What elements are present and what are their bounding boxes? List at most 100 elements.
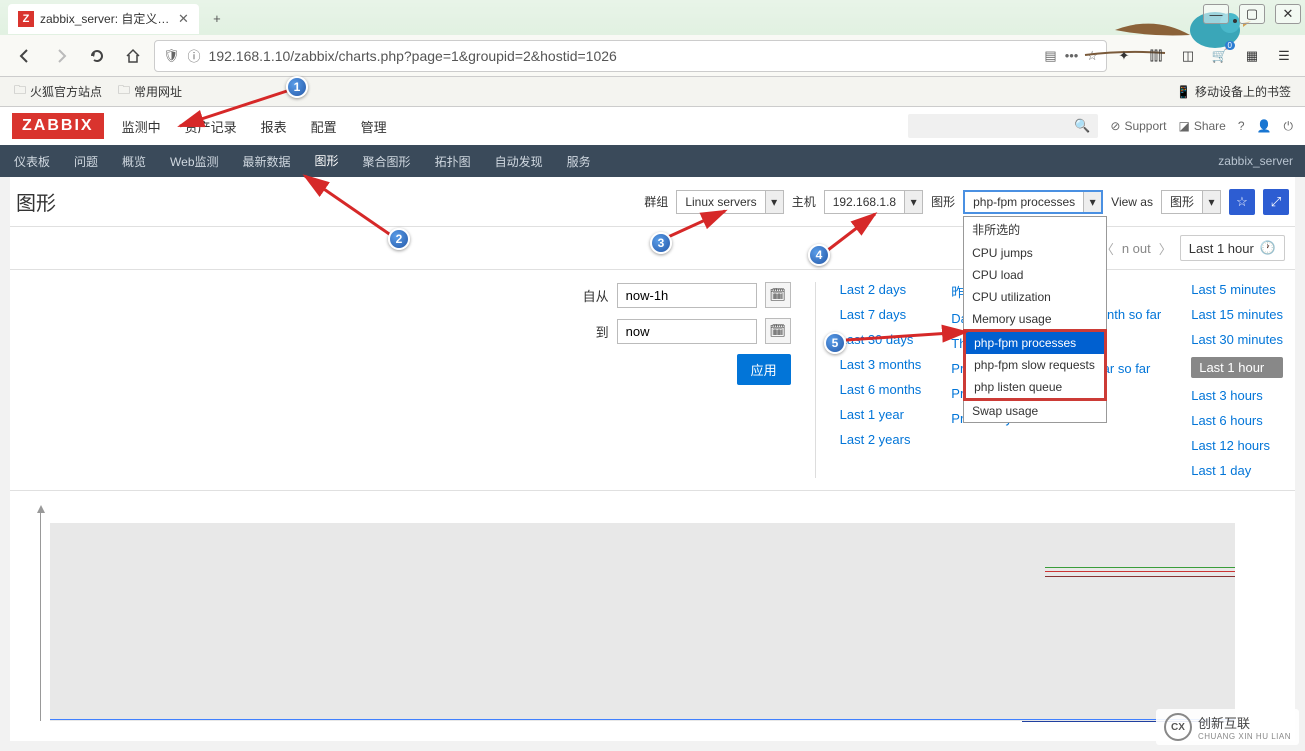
nav-admin[interactable]: 管理	[359, 107, 389, 146]
preset-link[interactable]: Last 30 minutes	[1191, 332, 1283, 347]
browser-chrome: — ▢ ✕ Z zabbix_server: 自定义图表 [每 ✕ + 🛡 ⓘ …	[0, 0, 1305, 107]
search-icon[interactable]: 🔍	[1074, 118, 1090, 134]
mobile-icon: 📱	[1176, 85, 1191, 99]
dropdown-item[interactable]: Swap usage	[964, 400, 1106, 422]
help-icon[interactable]: ?	[1238, 119, 1245, 133]
subnav-dashboard[interactable]: 仪表板	[12, 145, 52, 178]
calendar-icon[interactable]: 🗓	[765, 318, 791, 344]
preset-link[interactable]: Last 1 day	[1191, 463, 1283, 478]
close-window-button[interactable]: ✕	[1275, 4, 1301, 24]
apply-button[interactable]: 应用	[737, 354, 791, 385]
dropdown-item[interactable]: 非所选的	[964, 217, 1106, 242]
preset-link[interactable]: Last 7 days	[840, 307, 922, 322]
reload-button[interactable]	[82, 41, 112, 71]
calendar-icon[interactable]: 🗓	[765, 282, 791, 308]
browser-tab-active[interactable]: Z zabbix_server: 自定义图表 [每 ✕	[8, 4, 199, 34]
filter-host-label: 主机	[792, 193, 816, 210]
preset-link[interactable]: Last 6 hours	[1191, 413, 1283, 428]
sub-nav: 仪表板 问题 概览 Web监测 最新数据 图形 聚合图形 拓扑图 自动发现 服务…	[0, 145, 1305, 177]
preset-link[interactable]: Last 30 days	[840, 332, 922, 347]
logout-icon[interactable]: ⏻	[1284, 119, 1294, 134]
subnav-graphs[interactable]: 图形	[313, 144, 341, 179]
info-icon[interactable]: ⓘ	[188, 46, 201, 65]
preset-link[interactable]: Last 2 years	[840, 432, 922, 447]
preset-link[interactable]: Last 6 months	[840, 382, 922, 397]
to-input[interactable]	[617, 319, 757, 344]
zabbix-logo[interactable]: ZABBIX	[12, 113, 104, 139]
filter-host-select[interactable]: 192.168.1.8 ▾	[824, 190, 923, 214]
user-icon[interactable]: 👤	[1257, 119, 1272, 133]
preset-link[interactable]: Last 15 minutes	[1191, 307, 1283, 322]
preset-link[interactable]: Last 5 minutes	[1191, 282, 1283, 297]
nav-monitoring[interactable]: 监测中	[120, 107, 163, 146]
dropdown-item[interactable]: php-fpm slow requests	[966, 354, 1104, 376]
download-cart-icon[interactable]: 🛒0	[1209, 45, 1231, 67]
new-tab-button[interactable]: +	[203, 5, 231, 33]
filter-viewas-select[interactable]: 图形 ▾	[1161, 190, 1221, 214]
dropdown-item[interactable]: CPU load	[964, 264, 1106, 286]
fullscreen-button[interactable]: ⤢	[1263, 189, 1289, 215]
library-icon[interactable]: ⫿⫿⫿	[1145, 45, 1167, 67]
address-bar[interactable]: 🛡 ⓘ 192.168.1.10/zabbix/charts.php?page=…	[154, 40, 1107, 72]
from-input[interactable]	[617, 283, 757, 308]
main-nav: 监测中 资产记录 报表 配置 管理	[120, 107, 389, 146]
zoom-out-button[interactable]: n out	[1122, 241, 1151, 256]
clock-icon: 🕐	[1260, 240, 1276, 256]
subnav-web[interactable]: Web监测	[168, 145, 220, 178]
subnav-services[interactable]: 服务	[565, 145, 593, 178]
chart-series-blue	[50, 719, 1235, 720]
dropdown-item[interactable]: php listen queue	[966, 376, 1104, 398]
favorite-button[interactable]: ☆	[1229, 189, 1255, 215]
chevron-right-icon[interactable]: 〉	[1159, 239, 1172, 258]
preset-link[interactable]: Last 12 hours	[1191, 438, 1283, 453]
chart-plot	[50, 523, 1235, 721]
home-button[interactable]	[118, 41, 148, 71]
minimize-button[interactable]: —	[1203, 4, 1229, 24]
dropdown-item-selected[interactable]: php-fpm processes	[966, 332, 1104, 354]
extension-puzzle-icon[interactable]: ✦	[1113, 45, 1135, 67]
filter-viewas-label: View as	[1111, 195, 1153, 209]
preset-link[interactable]: Last 3 months	[840, 357, 922, 372]
share-link[interactable]: ◪ Share	[1178, 119, 1225, 133]
extension-icon[interactable]: ▦	[1241, 45, 1263, 67]
preset-link[interactable]: Last 2 days	[840, 282, 922, 297]
subnav-screens[interactable]: 聚合图形	[361, 145, 413, 178]
time-form: 自从 🗓 到 🗓 应用	[579, 282, 791, 478]
subnav-overview[interactable]: 概览	[120, 145, 148, 178]
subnav-discovery[interactable]: 自动发现	[493, 145, 545, 178]
bookmark-item[interactable]: 🗀常用网址	[118, 81, 182, 102]
filter-graph-label: 图形	[931, 193, 955, 210]
tab-close-icon[interactable]: ✕	[178, 11, 189, 27]
menu-icon[interactable]: ☰	[1273, 45, 1295, 67]
zabbix-favicon: Z	[18, 11, 34, 27]
nav-inventory[interactable]: 资产记录	[183, 107, 239, 146]
back-button[interactable]	[10, 41, 40, 71]
subnav-maps[interactable]: 拓扑图	[433, 145, 473, 178]
dropdown-item[interactable]: CPU jumps	[964, 242, 1106, 264]
chart-series-darkred	[1045, 576, 1235, 577]
filter-group-select[interactable]: Linux servers ▾	[676, 190, 783, 214]
filter-graph-select[interactable]: php-fpm processes ▾ 非所选的 CPU jumps CPU l…	[963, 190, 1103, 214]
subnav-problems[interactable]: 问题	[72, 145, 100, 178]
dropdown-item[interactable]: Memory usage	[964, 308, 1106, 330]
support-link[interactable]: ⊘ Support	[1110, 119, 1166, 133]
maximize-button[interactable]: ▢	[1239, 4, 1265, 24]
bookmark-item[interactable]: 🗀火狐官方站点	[14, 81, 102, 102]
bookmark-mobile[interactable]: 📱移动设备上的书签	[1176, 83, 1291, 100]
dropdown-item[interactable]: CPU utilization	[964, 286, 1106, 308]
search-box[interactable]: 🔍	[908, 114, 1098, 138]
nav-reports[interactable]: 报表	[259, 107, 289, 146]
folder-icon: 🗀	[118, 81, 130, 102]
shield-icon[interactable]: 🛡	[163, 48, 180, 64]
forward-button[interactable]	[46, 41, 76, 71]
preset-link-active[interactable]: Last 1 hour	[1191, 357, 1283, 378]
preset-link[interactable]: Last 1 year	[840, 407, 922, 422]
search-input[interactable]	[916, 119, 1074, 134]
nav-config[interactable]: 配置	[309, 107, 339, 146]
folder-icon: 🗀	[14, 81, 26, 102]
subnav-latest[interactable]: 最新数据	[241, 145, 293, 178]
sidebar-icon[interactable]: ◫	[1177, 45, 1199, 67]
time-range-button[interactable]: Last 1 hour 🕐	[1180, 235, 1285, 261]
preset-link[interactable]: Last 3 hours	[1191, 388, 1283, 403]
filter-bar: 群组 Linux servers ▾ 主机 192.168.1.8 ▾ 图形 p…	[644, 189, 1289, 215]
